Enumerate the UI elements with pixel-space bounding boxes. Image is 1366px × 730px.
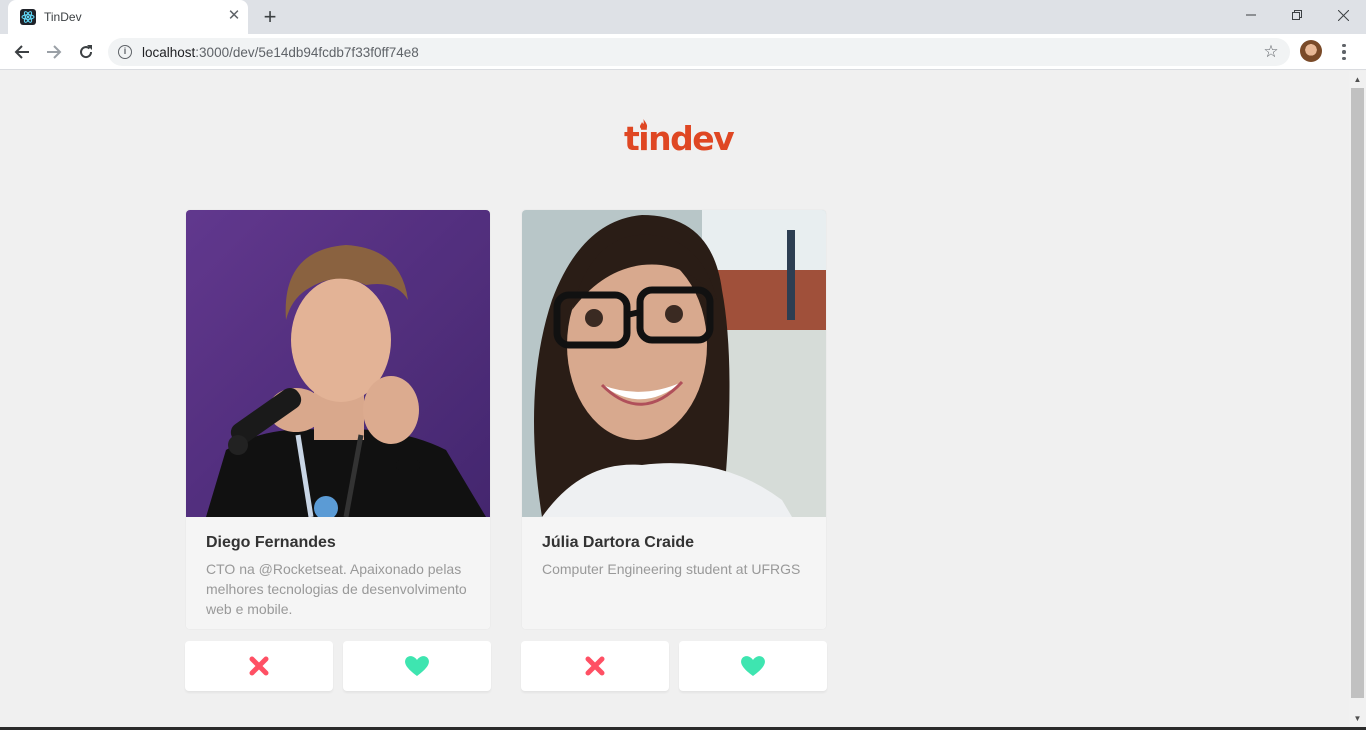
tab-close-icon[interactable]: ✕ bbox=[226, 8, 242, 24]
window-restore-icon[interactable] bbox=[1274, 0, 1320, 30]
dev-info: Júlia Dartora Craide Computer Engineerin… bbox=[522, 517, 826, 629]
site-info-icon[interactable]: i bbox=[118, 45, 132, 59]
react-favicon-icon bbox=[20, 9, 36, 25]
url-text: localhost:3000/dev/5e14db94fcdb7f33f0ff7… bbox=[142, 45, 419, 60]
dev-avatar bbox=[186, 210, 490, 517]
page-viewport: tindev Diego Fernandes CTO na @Rocketsea… bbox=[0, 71, 1349, 727]
dev-name: Diego Fernandes bbox=[206, 534, 336, 551]
like-heart-icon bbox=[741, 656, 765, 676]
dev-bio: Computer Engineering student at UFRGS bbox=[542, 561, 801, 577]
like-button[interactable] bbox=[343, 641, 491, 691]
browser-menu-icon[interactable] bbox=[1334, 40, 1354, 64]
bookmark-star-icon[interactable]: ☆ bbox=[1260, 41, 1282, 63]
tindev-logo[interactable]: tindev bbox=[624, 117, 735, 161]
window-minimize-icon[interactable] bbox=[1228, 0, 1274, 30]
dislike-x-icon bbox=[585, 656, 605, 676]
flame-icon bbox=[639, 119, 648, 130]
tab-title: TinDev bbox=[44, 10, 82, 24]
dislike-x-icon bbox=[249, 656, 269, 676]
dev-card: Júlia Dartora Craide Computer Engineerin… bbox=[521, 209, 827, 630]
reload-icon[interactable] bbox=[74, 40, 98, 64]
browser-toolbar: i localhost:3000/dev/5e14db94fcdb7f33f0f… bbox=[0, 34, 1366, 70]
scroll-down-arrow-icon[interactable]: ▼ bbox=[1349, 710, 1366, 727]
dev-bio: CTO na @Rocketseat. Apaixonado pelas mel… bbox=[206, 561, 467, 617]
new-tab-plus-icon[interactable]: + bbox=[258, 6, 282, 28]
browser-tab-strip: TinDev ✕ + bbox=[0, 0, 1366, 34]
dev-info: Diego Fernandes CTO na @Rocketseat. Apai… bbox=[186, 517, 490, 629]
vertical-scrollbar[interactable]: ▲ ▼ bbox=[1349, 71, 1366, 727]
scroll-up-arrow-icon[interactable]: ▲ bbox=[1349, 71, 1366, 88]
like-heart-icon bbox=[405, 656, 429, 676]
dislike-button[interactable] bbox=[185, 641, 333, 691]
address-bar[interactable]: i localhost:3000/dev/5e14db94fcdb7f33f0f… bbox=[108, 38, 1290, 66]
scrollbar-thumb[interactable] bbox=[1351, 88, 1364, 698]
back-arrow-icon[interactable] bbox=[10, 40, 34, 64]
dev-card: Diego Fernandes CTO na @Rocketseat. Apai… bbox=[185, 209, 491, 630]
dislike-button[interactable] bbox=[521, 641, 669, 691]
dev-name: Júlia Dartora Craide bbox=[542, 534, 695, 551]
profile-avatar[interactable] bbox=[1300, 40, 1322, 62]
forward-arrow-icon[interactable] bbox=[42, 40, 66, 64]
window-close-icon[interactable] bbox=[1320, 0, 1366, 30]
browser-tab[interactable]: TinDev ✕ bbox=[8, 0, 248, 34]
dev-avatar bbox=[522, 210, 826, 517]
like-button[interactable] bbox=[679, 641, 827, 691]
